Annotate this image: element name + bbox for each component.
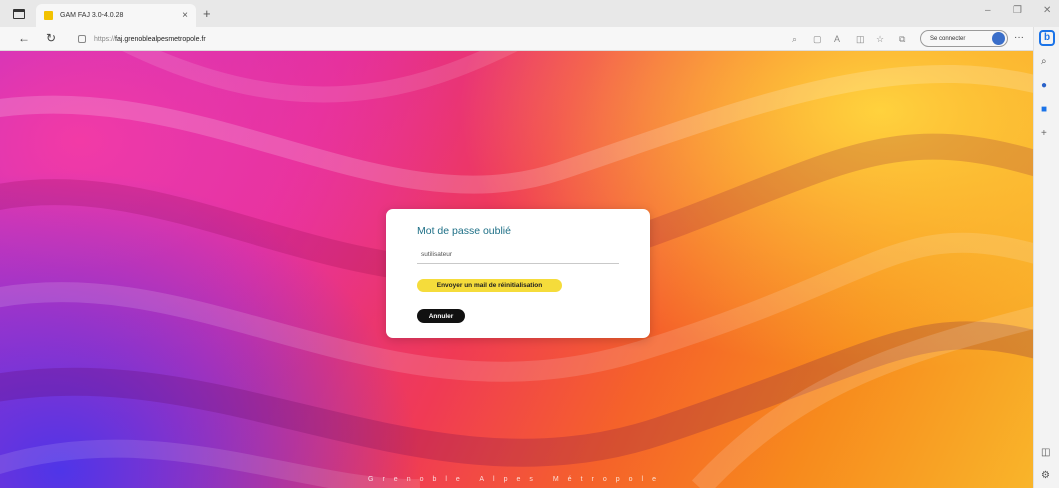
send-reset-mail-button[interactable]: Envoyer un mail de réinitialisation [417, 279, 562, 292]
minimize-button[interactable]: – [985, 5, 991, 16]
edge-sidebar: b ⌕ ● ■ + ◫ ⚙ [1033, 27, 1059, 488]
settings-icon[interactable]: ⚙ [1041, 470, 1050, 481]
username-field[interactable]: sutilisateur [417, 250, 619, 264]
browser-tab[interactable]: GAM FAJ 3.0-4.0.28 × [36, 4, 196, 27]
tab-close-icon[interactable]: × [178, 10, 192, 21]
forgot-password-card: Mot de passe oublié sutilisateur Envoyer… [386, 209, 650, 338]
split-screen-icon[interactable]: ◫ [856, 34, 865, 45]
lock-icon[interactable] [78, 35, 86, 43]
restore-button[interactable]: ❐ [1013, 5, 1022, 16]
url-host: faj.grenoblealpesmetropole.fr [115, 35, 206, 43]
browser-window: GAM FAJ 3.0-4.0.28 × + – ❐ ✕ ← ↻ https:/… [0, 0, 1059, 488]
reader-view-icon[interactable]: ▢ [813, 34, 822, 45]
add-icon[interactable]: + [1041, 128, 1047, 139]
refresh-button[interactable]: ↻ [46, 31, 56, 45]
url-scheme: https:// [94, 35, 116, 43]
bing-icon[interactable]: b [1039, 30, 1055, 46]
collections-icon[interactable]: ⧉ [899, 34, 905, 45]
sign-in-label: Se connecter [930, 35, 966, 42]
cancel-button[interactable]: Annuler [417, 309, 465, 323]
page-background: Mot de passe oublié sutilisateur Envoyer… [0, 51, 1033, 488]
new-tab-button[interactable]: + [203, 6, 211, 21]
footer-brand: Grenoble Alpes Métropole [368, 476, 665, 483]
close-window-button[interactable]: ✕ [1043, 5, 1051, 16]
office-icon[interactable]: ■ [1041, 104, 1047, 115]
tab-title: GAM FAJ 3.0-4.0.28 [60, 12, 124, 19]
tab-strip: GAM FAJ 3.0-4.0.28 × + – ❐ ✕ [0, 0, 1059, 27]
more-menu-button[interactable]: ··· [1014, 32, 1024, 43]
sidebar-toggle-icon[interactable]: ◫ [1041, 447, 1050, 458]
favicon-icon [44, 11, 53, 20]
search-icon[interactable]: ⌕ [1041, 56, 1047, 67]
address-row: ← ↻ https:// faj.grenoblealpesmetropole.… [0, 27, 1059, 51]
search-icon[interactable]: ⌕ [792, 34, 797, 45]
shopping-icon[interactable]: ● [1041, 80, 1047, 91]
read-aloud-icon[interactable]: A [834, 34, 840, 44]
tab-actions-icon[interactable] [13, 8, 25, 19]
address-bar[interactable]: https:// faj.grenoblealpesmetropole.fr [78, 31, 778, 47]
sign-in-button[interactable]: Se connecter [920, 30, 1008, 47]
favorites-icon[interactable]: ☆ [876, 34, 884, 45]
card-title: Mot de passe oublié [417, 225, 511, 237]
avatar-icon [992, 32, 1005, 45]
back-button[interactable]: ← [18, 31, 30, 45]
